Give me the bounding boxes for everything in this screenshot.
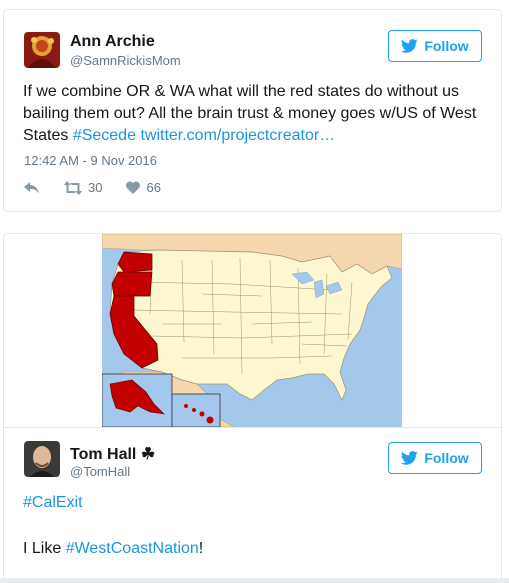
tweet-text-prefix: I Like: [23, 540, 66, 557]
retweet-icon: [64, 180, 82, 195]
us-map-image[interactable]: [102, 234, 402, 427]
avatar-ann-archie[interactable]: [24, 32, 60, 68]
washington-highlight: [117, 251, 153, 273]
retweet-count: 30: [88, 180, 103, 195]
tweet-card-ann-archie: Ann Archie @SamnRickisMom Follow If we c…: [3, 9, 502, 212]
user-handle[interactable]: @TomHall: [70, 464, 130, 479]
tweet-text: If we combine OR & WA what will the red …: [23, 81, 485, 147]
hashtag-calexit[interactable]: #CalExit: [23, 494, 83, 511]
hashtag-secede[interactable]: #Secede: [73, 127, 136, 144]
twitter-bird-icon: [401, 39, 418, 53]
follow-button[interactable]: Follow: [388, 442, 482, 474]
tweet-link[interactable]: twitter.com/projectcreator…: [140, 127, 335, 144]
heart-icon: [126, 181, 141, 194]
like-count: 66: [146, 180, 161, 195]
avatar-tom-hall[interactable]: [24, 441, 60, 477]
oregon-highlight: [111, 271, 153, 297]
follow-button[interactable]: Follow: [388, 30, 482, 62]
tweet-timestamp[interactable]: 12:42 AM - 9 Nov 2016: [24, 153, 157, 168]
reply-button[interactable]: [24, 181, 40, 195]
retweet-button[interactable]: 30: [64, 180, 102, 195]
user-name[interactable]: Tom Hall ☘: [70, 444, 155, 464]
page-bottom-strip: [0, 578, 509, 583]
reply-icon: [24, 181, 39, 194]
user-name[interactable]: Ann Archie: [70, 33, 155, 51]
tweet-actions: 30 66: [24, 180, 185, 195]
like-button[interactable]: 66: [126, 180, 161, 195]
follow-label: Follow: [424, 450, 469, 466]
card-divider: [4, 427, 501, 428]
user-handle[interactable]: @SamnRickisMom: [70, 53, 181, 68]
hashtag-westcoastnation[interactable]: #WestCoastNation: [66, 540, 199, 557]
tweet-card-tom-hall: Tom Hall ☘ @TomHall Follow #CalExit I Li…: [3, 233, 502, 583]
tweet-text-line2: I Like #WestCoastNation!: [23, 538, 203, 560]
tweet-text-suffix: !: [198, 540, 204, 557]
tweet-text-line1: #CalExit: [23, 492, 83, 514]
twitter-bird-icon: [401, 451, 418, 465]
follow-label: Follow: [424, 38, 469, 54]
